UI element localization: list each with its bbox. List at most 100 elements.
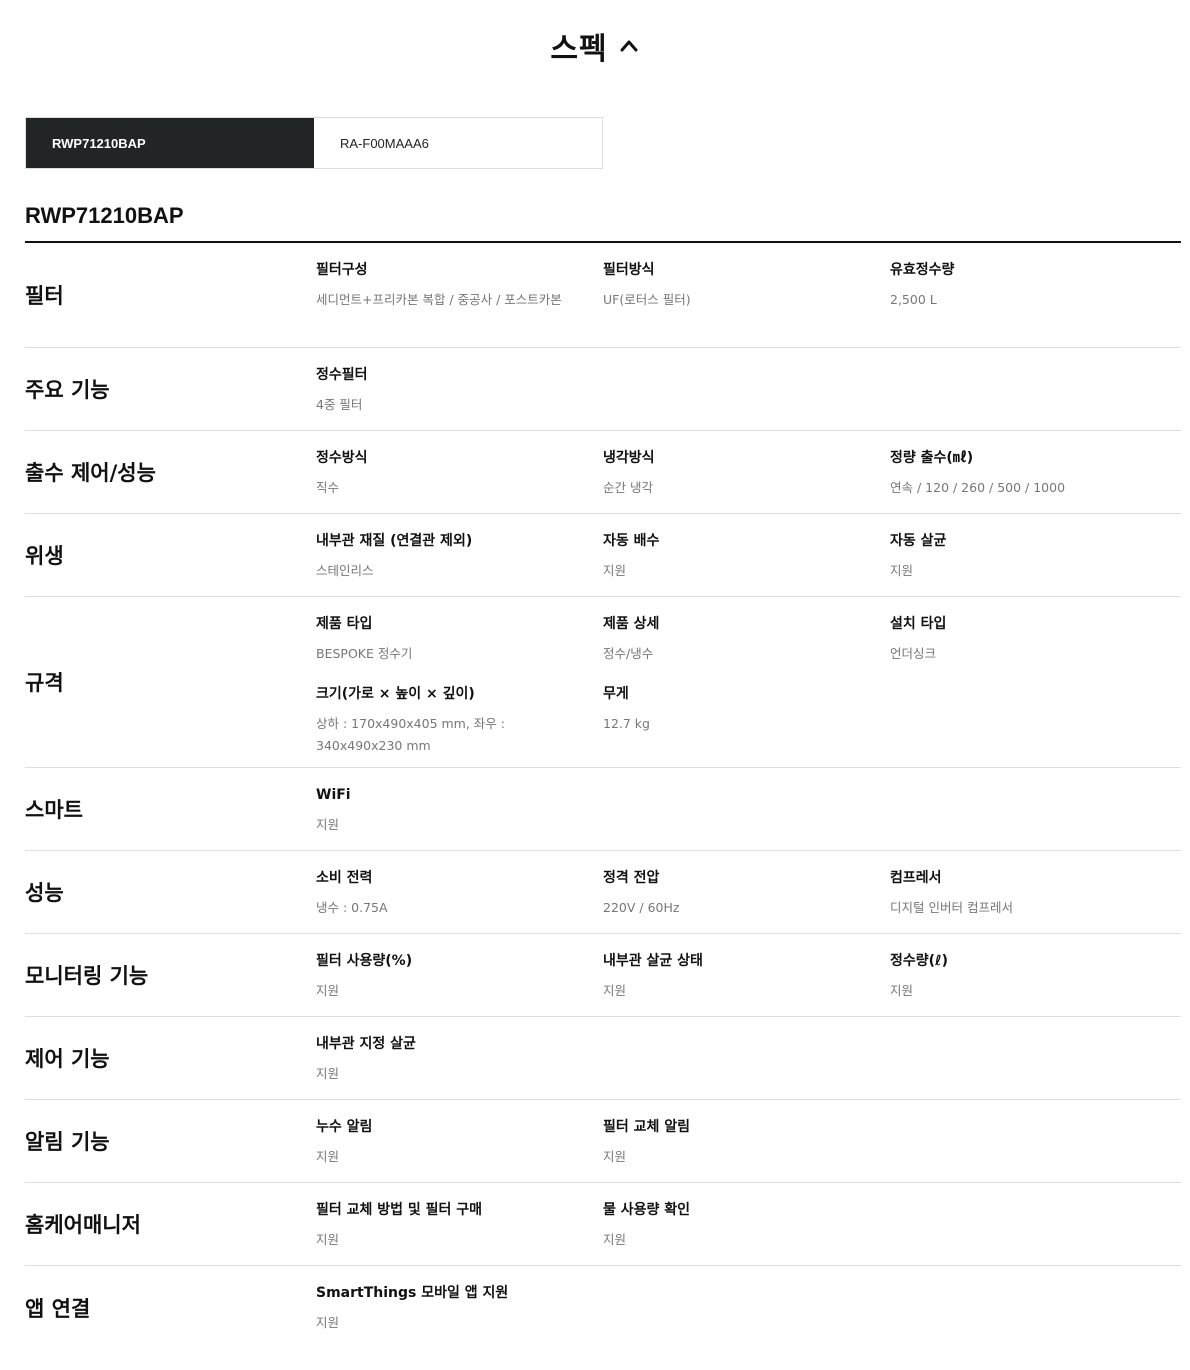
spec-value: 지원 <box>603 1149 627 1164</box>
spec-value: 세디먼트+프리카본 복합 / 중공사 / 포스트카본 <box>316 292 562 307</box>
spec-items: 소비 전력 냉수 : 0.75A 정격 전압 220V / 60Hz 컴프레서 디지털 인… <box>316 851 1181 939</box>
spec-category: 주요 기능 <box>25 378 110 402</box>
spec-label: 필터구성 <box>316 262 368 278</box>
spec-label: 제품 타입 <box>316 616 373 632</box>
spec-label: 냉각방식 <box>603 450 655 466</box>
spec-item: 냉각방식순간 냉각 <box>603 449 890 519</box>
spec-items: 정수필터 4중 필터 <box>316 348 1181 436</box>
spec-row: 앱 연결 SmartThings 모바일 앱 지원 지원 <box>25 1266 1181 1349</box>
spec-label: WiFi <box>316 787 351 803</box>
spec-value: 정수/냉수 <box>603 646 654 661</box>
spec-item: 소비 전력냉수 : 0.75A <box>316 869 603 939</box>
spec-item: SmartThings 모바일 앱 지원 지원 <box>316 1284 603 1354</box>
spec-section-header[interactable]: 스펙 <box>0 22 1190 70</box>
spec-item: 무게 12.7 kg <box>603 685 890 777</box>
spec-label: 정수필터 <box>316 367 368 383</box>
spec-label: 정량 출수(㎖) <box>890 450 974 466</box>
spec-value: 지원 <box>603 1232 627 1247</box>
spec-item: 정격 전압 220V / 60Hz <box>603 869 890 939</box>
spec-item: 필터구성세디먼트+프리카본 복합 / 중공사 / 포스트카본 <box>316 261 603 331</box>
spec-value: 연속 / 120 / 260 / 500 / 1000 <box>890 480 1066 495</box>
spec-value: 냉수 : 0.75A <box>316 900 388 915</box>
spec-value: 지원 <box>316 1232 340 1247</box>
spec-item: 내부관 재질 (연결관 제외) 스테인리스 <box>316 532 603 602</box>
spec-category: 필터 <box>25 284 64 308</box>
spec-label: 크기(가로 × 높이 × 깊이) <box>316 686 475 702</box>
spec-row: 출수 제어/성능 정수방식 직수 냉각방식 순간 냉각 정량 출수(㎖) 연속 / 120 … <box>25 431 1181 514</box>
spec-items: 필터 교체 방법 및 필터 구매 지원 물 사용량 확인 지원 <box>316 1183 1181 1271</box>
spec-items: 제품 타입 BESPOKE 정수기 제품 상세 정수/냉수 설치 타입 언더싱크크기(가로… <box>316 597 1181 777</box>
spec-label: 소비 전력 <box>316 870 373 886</box>
spec-items: 누수 알림 지원 필터 교체 알림 지원 <box>316 1100 1181 1188</box>
spec-category: 스마트 <box>25 798 83 822</box>
spec-category: 모니터링 기능 <box>25 964 149 988</box>
spec-label: 정격 전압 <box>603 870 660 886</box>
spec-item: 컴프레서 디지털 인버터 컴프레서 <box>890 869 1177 939</box>
spec-label: 자동 배수 <box>603 533 660 549</box>
spec-item: 정수량(ℓ) 지원 <box>890 952 1177 1022</box>
spec-item: 누수 알림지원 <box>316 1118 603 1188</box>
spec-value: 지원 <box>603 563 627 578</box>
spec-value: 2,500 L <box>890 292 937 307</box>
spec-value: 지원 <box>603 983 627 998</box>
spec-label: 무게 <box>603 686 629 702</box>
spec-item: 크기(가로 × 높이 × 깊이) 상하 : 170x490x405 mm, 좌우 … <box>316 685 603 777</box>
spec-items: 필터 사용량(%) 지원 내부관 살균 상태 지원 정수량(ℓ) 지원 <box>316 934 1181 1022</box>
spec-value: 직수 <box>316 480 340 495</box>
spec-row: 제어 기능 내부관 지정 살균 지원 <box>25 1017 1181 1100</box>
spec-title: 스펙 <box>550 32 608 67</box>
spec-item: 정량 출수(㎖) 연속 / 120 / 260 / 500 / 1000 <box>890 449 1177 519</box>
spec-value: 지원 <box>890 563 914 578</box>
spec-item: 필터방식 UF(로터스 필터) <box>603 261 890 331</box>
spec-label: 필터 교체 알림 <box>603 1119 691 1135</box>
spec-item: 정수필터 4중 필터 <box>316 366 603 436</box>
spec-value: 지원 <box>316 1066 340 1081</box>
spec-value: 220V / 60Hz <box>603 900 680 915</box>
spec-items: 내부관 재질 (연결관 제외) 스테인리스 자동 배수 지원 자동 살균 지원 <box>316 514 1181 602</box>
spec-value: 지원 <box>890 983 914 998</box>
spec-item: 필터 교체 알림지원 <box>603 1118 890 1188</box>
spec-item: 제품 상세 정수/냉수 <box>603 615 890 685</box>
spec-item: 자동 배수지원 <box>603 532 890 602</box>
spec-item: 물 사용량 확인지원 <box>603 1201 890 1271</box>
spec-label: 자동 살균 <box>890 533 947 549</box>
tab-model-1[interactable]: RWP71210BAP <box>26 118 314 168</box>
spec-label: 누수 알림 <box>316 1119 373 1135</box>
spec-row: 알림 기능 누수 알림지원 필터 교체 알림지원 <box>25 1100 1181 1183</box>
spec-list: 필터 필터구성 세디먼트+프리카본 복합 / 중공사 / 포스트카본 필터방식 UF(로… <box>25 243 1181 1349</box>
spec-value: 언더싱크 <box>890 646 937 661</box>
spec-items: 내부관 지정 살균지원 <box>316 1017 1181 1105</box>
spec-label: 정수방식 <box>316 450 368 466</box>
spec-row: 위생 내부관 재질 (연결관 제외) 스테인리스 자동 배수 지원 자동 살균 지원 <box>25 514 1181 597</box>
spec-value: 순간 냉각 <box>603 480 653 495</box>
spec-value: 12.7 kg <box>603 716 650 731</box>
spec-item: 설치 타입 언더싱크 <box>890 615 1177 685</box>
spec-item: 필터 사용량(%) 지원 <box>316 952 603 1022</box>
spec-items: WiFi 지원 <box>316 768 1181 856</box>
spec-items: 필터구성 세디먼트+프리카본 복합 / 중공사 / 포스트카본 필터방식 UF(로터스… <box>316 243 1181 331</box>
spec-value: 지원 <box>316 817 340 832</box>
spec-category: 알림 기능 <box>25 1130 110 1154</box>
spec-value: 지원 <box>316 1149 340 1164</box>
spec-row: 필터 필터구성 세디먼트+프리카본 복합 / 중공사 / 포스트카본 필터방식 UF(로… <box>25 243 1181 348</box>
spec-row: 모니터링 기능 필터 사용량(%) 지원 내부관 살균 상태 지원 정수량(ℓ) 지원 <box>25 934 1181 1017</box>
spec-label: 필터 교체 방법 및 필터 구매 <box>316 1202 483 1218</box>
spec-category: 홈케어매니저 <box>25 1213 141 1237</box>
spec-label: 물 사용량 확인 <box>603 1202 691 1218</box>
spec-value: 스테인리스 <box>316 563 374 578</box>
spec-item: 내부관 지정 살균지원 <box>316 1035 603 1105</box>
spec-value: 4중 필터 <box>316 397 363 412</box>
spec-item: 필터 교체 방법 및 필터 구매지원 <box>316 1201 603 1271</box>
spec-value: UF(로터스 필터) <box>603 292 691 307</box>
spec-label: SmartThings 모바일 앱 지원 <box>316 1285 509 1301</box>
spec-label: 유효정수량 <box>890 262 955 278</box>
spec-item: 자동 살균지원 <box>890 532 1177 602</box>
tab-model-2[interactable]: RA-F00MAAA6 <box>314 118 602 168</box>
spec-value: BESPOKE 정수기 <box>316 646 413 661</box>
spec-label: 내부관 지정 살균 <box>316 1036 416 1052</box>
spec-label: 내부관 살균 상태 <box>603 953 703 969</box>
spec-item: WiFi 지원 <box>316 786 603 856</box>
spec-label: 필터 사용량(%) <box>316 953 413 969</box>
spec-label: 정수량(ℓ) <box>890 953 949 969</box>
chevron-up-icon[interactable] <box>618 35 640 57</box>
